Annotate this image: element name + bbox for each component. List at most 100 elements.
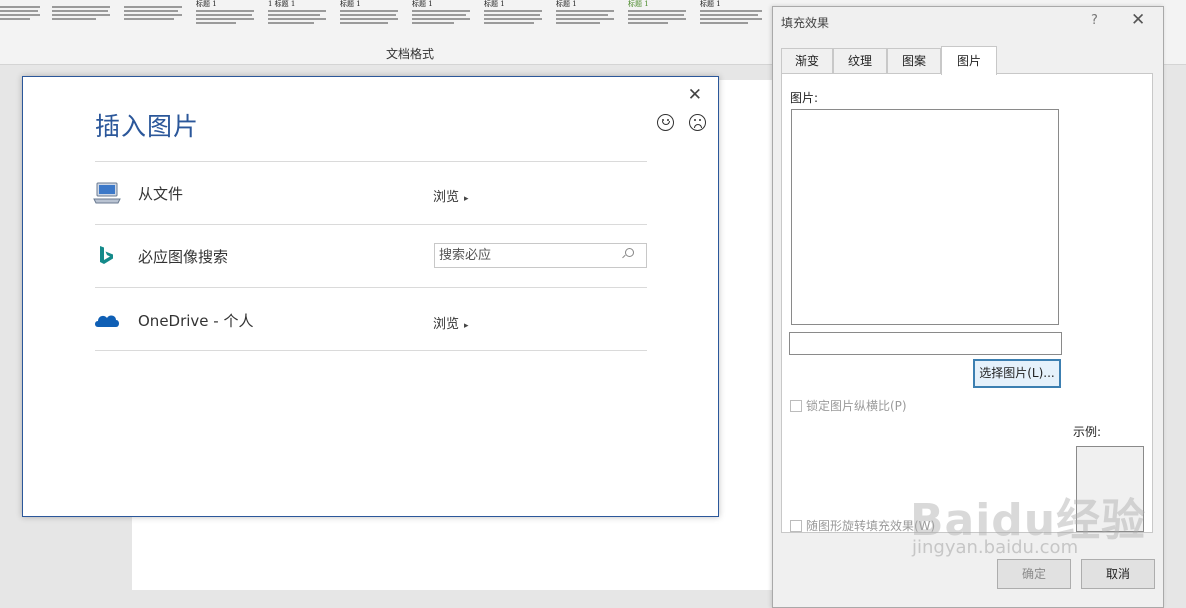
style-heading: 标题 1: [628, 0, 649, 8]
style-thumbnail[interactable]: 标题 1: [700, 0, 766, 32]
style-heading: 标题 1: [700, 0, 721, 8]
ribbon-group-label: 文档格式: [386, 47, 435, 61]
style-text-line: [340, 18, 398, 20]
style-thumbnail[interactable]: 标题 1: [340, 0, 402, 32]
style-gallery[interactable]: 标题 1 1 标题 1 标题 1 标题 1 标题 1 标题 1 标题 1 标题: [0, 0, 772, 34]
style-thumbnail[interactable]: [0, 0, 44, 32]
style-heading: 标题 1: [340, 0, 361, 8]
style-text-line: [628, 22, 668, 24]
style-text-line: [484, 18, 542, 20]
style-thumbnail[interactable]: 标题 1: [196, 0, 258, 32]
picture-preview: [791, 109, 1059, 325]
close-icon[interactable]: ✕: [1131, 10, 1145, 30]
browse-file-link[interactable]: 浏览 ▸: [433, 186, 469, 205]
bing-search-row: 必应图像搜索: [93, 225, 649, 287]
style-thumbnail[interactable]: 标题 1: [556, 0, 618, 32]
style-text-line: [268, 14, 320, 16]
style-text-line: [268, 22, 314, 24]
onedrive-label: OneDrive - 个人: [138, 312, 254, 330]
style-text-line: [52, 6, 110, 8]
watermark-url: jingyan.baidu.com: [912, 537, 1079, 558]
style-thumbnail[interactable]: 标题 1: [412, 0, 474, 32]
style-heading: 标题 1: [412, 0, 433, 8]
style-text-line: [0, 18, 30, 20]
style-text-line: [484, 14, 540, 16]
lock-aspect-checkbox[interactable]: 锁定图片纵横比(P): [790, 397, 907, 414]
checkbox-box: [790, 520, 802, 532]
insert-picture-dialog: ✕ 插入图片 从文件 浏览 ▸ 必应图像搜索 搜索必应 OneDrive - 个…: [22, 76, 719, 517]
from-file-label: 从文件: [138, 185, 184, 203]
style-thumbnail[interactable]: [124, 0, 186, 32]
style-heading: 标题 1: [484, 0, 505, 8]
smile-feedback-icon[interactable]: [657, 114, 674, 131]
divider: [95, 287, 647, 288]
bing-search-input[interactable]: [439, 247, 619, 264]
style-heading: 标题 1: [556, 0, 577, 8]
style-text-line: [628, 14, 684, 16]
style-text-line: [556, 14, 608, 16]
style-text-line: [700, 10, 762, 12]
style-thumbnail[interactable]: 1 标题 1: [268, 0, 330, 32]
style-thumbnail[interactable]: [52, 0, 114, 32]
style-text-line: [124, 6, 182, 8]
style-text-line: [0, 14, 40, 16]
style-text-line: [196, 18, 254, 20]
style-text-line: [196, 10, 254, 12]
tab-picture[interactable]: 图片: [941, 46, 997, 75]
style-text-line: [700, 18, 762, 20]
style-text-line: [556, 10, 614, 12]
style-text-line: [700, 22, 748, 24]
checkbox-label: 锁定图片纵横比(P): [806, 399, 907, 413]
from-file-row: 从文件 浏览 ▸: [93, 162, 649, 224]
cancel-button[interactable]: 取消: [1081, 559, 1155, 589]
bing-icon: [100, 246, 113, 264]
style-text-line: [52, 10, 108, 12]
style-text-line: [52, 14, 110, 16]
select-picture-button[interactable]: 选择图片(L)...: [973, 359, 1061, 388]
browse-label: 浏览: [433, 317, 460, 332]
dialog-title: 填充效果: [781, 16, 830, 30]
style-heading: 标题 1: [196, 0, 217, 8]
close-icon[interactable]: ✕: [688, 85, 702, 105]
style-text-line: [340, 14, 396, 16]
style-text-line: [196, 14, 252, 16]
picture-name-field: [789, 332, 1062, 355]
style-thumbnail[interactable]: 标题 1: [484, 0, 546, 32]
bing-search-box: [434, 243, 647, 268]
style-text-line: [0, 6, 40, 8]
style-text-line: [412, 22, 454, 24]
style-text-line: [0, 10, 38, 12]
style-thumbnail[interactable]: 标题 1: [628, 0, 690, 32]
picture-label: 图片:: [790, 91, 819, 105]
style-text-line: [124, 10, 178, 12]
style-text-line: [340, 10, 398, 12]
style-text-line: [52, 18, 96, 20]
dialog-title: 插入图片: [95, 112, 200, 141]
style-text-line: [268, 10, 326, 12]
style-text-line: [412, 10, 470, 12]
sample-label: 示例:: [1073, 425, 1102, 439]
ok-button[interactable]: 确定: [997, 559, 1071, 589]
style-text-line: [628, 18, 686, 20]
divider: [95, 350, 647, 351]
frown-feedback-icon[interactable]: [689, 114, 706, 131]
browse-label: 浏览: [433, 190, 460, 205]
search-icon[interactable]: [625, 248, 634, 257]
onedrive-row: OneDrive - 个人 浏览 ▸: [93, 289, 649, 351]
style-text-line: [412, 14, 466, 16]
style-text-line: [484, 22, 534, 24]
chevron-right-icon: ▸: [464, 321, 469, 331]
browse-onedrive-link[interactable]: 浏览 ▸: [433, 313, 469, 332]
tab-pattern[interactable]: 图案: [887, 48, 941, 73]
style-heading: 1 标题 1: [268, 0, 296, 8]
tab-gradient[interactable]: 渐变: [781, 48, 833, 73]
style-text-line: [124, 14, 182, 16]
style-text-line: [124, 18, 174, 20]
style-text-line: [340, 22, 388, 24]
onedrive-cloud-icon: [95, 315, 119, 327]
computer-icon: [93, 182, 121, 204]
help-icon[interactable]: ?: [1091, 13, 1098, 28]
style-text-line: [628, 10, 686, 12]
tab-texture[interactable]: 纹理: [833, 48, 887, 73]
style-text-line: [556, 22, 600, 24]
